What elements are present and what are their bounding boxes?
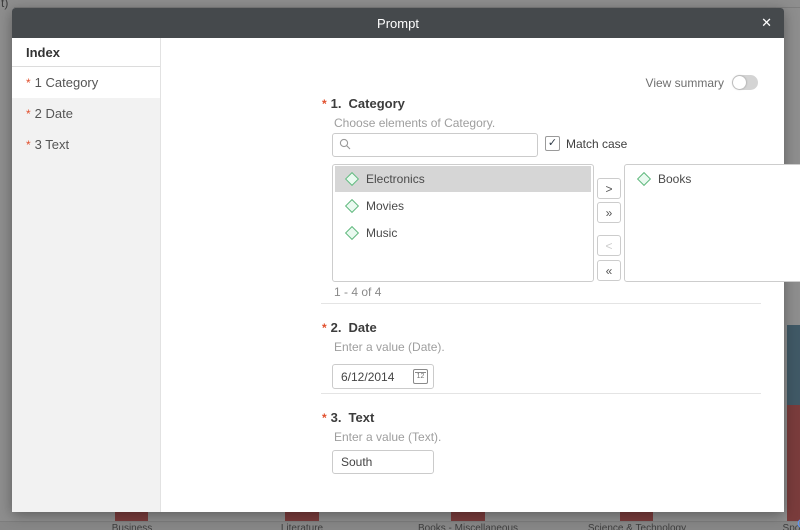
list-item-books[interactable]: Books — [627, 166, 800, 192]
section-number: 3. — [331, 410, 342, 425]
screen: t) Business Literature Books - Miscellan… — [0, 0, 800, 530]
axis-label: Books - Miscellaneous — [418, 523, 518, 530]
date-input[interactable] — [334, 366, 416, 387]
section-title: Category — [349, 96, 405, 111]
calendar-icon[interactable]: 12 — [413, 369, 428, 384]
required-marker: * — [26, 107, 31, 121]
section-number: 2. — [331, 320, 342, 335]
section-text-description: Enter a value (Text). — [334, 430, 441, 444]
dimension-icon — [345, 199, 359, 213]
view-summary-toggle[interactable] — [732, 75, 758, 90]
required-marker: * — [322, 321, 327, 335]
axis-label: Business — [112, 523, 153, 530]
sidebar-header: Index — [12, 38, 160, 67]
pagination-status: 1 - 4 of 4 — [334, 285, 381, 299]
dialog-title: Prompt — [12, 16, 784, 31]
sidebar-item-label: 3 Text — [35, 137, 69, 152]
view-summary-control: View summary — [646, 75, 758, 90]
match-case-control[interactable]: ✓ Match case — [545, 136, 627, 151]
section-text-heading: * 3. Text — [322, 410, 374, 425]
list-item-label: Movies — [366, 199, 404, 213]
match-case-checkbox[interactable]: ✓ — [545, 136, 560, 151]
view-summary-label: View summary — [646, 76, 724, 90]
sidebar-item-date[interactable]: * 2 Date — [12, 98, 160, 129]
move-all-right-button[interactable]: » — [597, 202, 621, 223]
list-item-label: Electronics — [366, 172, 425, 186]
section-title: Date — [349, 320, 377, 335]
required-marker: * — [322, 411, 327, 425]
search-input[interactable] — [355, 135, 535, 155]
sidebar-item-category[interactable]: * 1 Category — [12, 67, 160, 98]
axis-label: Science & Technology — [588, 523, 686, 530]
required-marker: * — [26, 138, 31, 152]
section-date-heading: * 2. Date — [322, 320, 377, 335]
background-text-fragment: t) — [1, 0, 8, 10]
section-category-description: Choose elements of Category. — [334, 116, 495, 130]
list-item-electronics[interactable]: Electronics — [335, 166, 591, 192]
section-divider — [321, 303, 761, 304]
section-date-description: Enter a value (Date). — [334, 340, 445, 354]
text-value-input[interactable] — [332, 450, 434, 474]
sidebar-item-label: 1 Category — [35, 75, 99, 90]
section-category-heading: * 1. Category — [322, 96, 405, 111]
list-item-movies[interactable]: Movies — [335, 193, 591, 219]
sidebar-item-text[interactable]: * 3 Text — [12, 129, 160, 160]
prompt-content: View summary * 1. Category Choose elements… — [161, 38, 784, 512]
prompt-index-sidebar: Index * 1 Category * 2 Date * 3 Text — [12, 38, 161, 512]
move-all-left-button[interactable]: « — [597, 260, 621, 281]
sidebar-item-label: 2 Date — [35, 106, 73, 121]
dimension-icon — [345, 226, 359, 240]
match-case-label: Match case — [566, 137, 627, 151]
close-icon[interactable]: ✕ — [761, 16, 772, 30]
list-item-label: Music — [366, 226, 397, 240]
section-divider — [321, 393, 761, 394]
move-left-button[interactable]: < — [597, 235, 621, 256]
move-right-button[interactable]: > — [597, 178, 621, 199]
chosen-values-list: Books — [624, 164, 800, 282]
chart-bar-sports — [787, 405, 800, 522]
search-field — [332, 133, 538, 157]
date-field: 12 — [332, 364, 434, 389]
required-marker: * — [26, 76, 31, 90]
list-item-music[interactable]: Music — [335, 220, 591, 246]
calendar-day-number: 12 — [414, 373, 427, 380]
chart-bar-sports-segment-top — [787, 325, 800, 405]
required-marker: * — [322, 97, 327, 111]
section-title: Text — [349, 410, 375, 425]
dialog-header: Prompt ✕ — [12, 8, 784, 38]
toggle-knob — [733, 76, 746, 89]
dimension-icon — [345, 172, 359, 186]
section-number: 1. — [331, 96, 342, 111]
dimension-icon — [637, 172, 651, 186]
prompt-dialog: Prompt ✕ Index * 1 Category * 2 Date * 3 Te… — [12, 8, 784, 512]
axis-label: Literature — [281, 523, 323, 530]
available-values-list: Electronics Movies Music — [332, 164, 594, 282]
search-icon — [339, 138, 351, 150]
list-item-label: Books — [658, 172, 691, 186]
